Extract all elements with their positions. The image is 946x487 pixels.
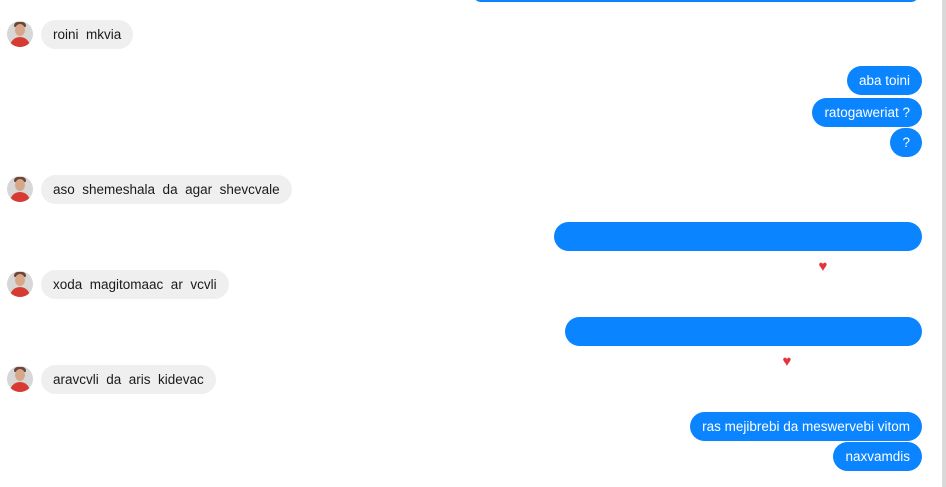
outgoing-message[interactable]: naxvamdis: [833, 442, 922, 471]
outgoing-message[interactable]: ratogaweriat ?: [812, 98, 922, 127]
outgoing-message[interactable]: xoda egre magisdedacmovtyan ♥ arshecvalot …: [564, 317, 922, 369]
avatar[interactable]: [7, 21, 33, 47]
message-text: iyos gixxdebat ukve naxevarisaqartvelo: [580, 258, 816, 273]
message-text: xoda egre magisdedacmovtyan: [591, 353, 780, 368]
outgoing-message[interactable]: iyos gixxdebat ukve naxevarisaqartvelo ♥ …: [553, 222, 922, 274]
incoming-message[interactable]: roini mkvia: [41, 20, 134, 49]
outgoing-message[interactable]: aba toini: [846, 66, 922, 95]
scrollbar[interactable]: [942, 0, 946, 487]
previous-message-bubble[interactable]: [473, 0, 919, 2]
message-text: toinit gicnobt: [830, 258, 910, 273]
avatar[interactable]: [7, 176, 33, 202]
avatar[interactable]: [7, 271, 33, 297]
heart-icon: ♥: [782, 353, 792, 370]
incoming-message[interactable]: aravcvli da aris kidevac: [41, 365, 216, 394]
outgoing-message[interactable]: ?: [890, 128, 922, 157]
message-text: arshecvalot da iyos: [794, 353, 910, 368]
avatar[interactable]: [7, 366, 33, 392]
chat-thread: roini mkvia aba toini ratogaweriat ? ? a…: [0, 0, 946, 487]
incoming-message[interactable]: aso shemeshala da agar shevcvale: [41, 175, 292, 204]
heart-icon: ♥: [818, 258, 828, 275]
incoming-message[interactable]: xoda magitomaac ar vcvli: [41, 270, 229, 299]
outgoing-message[interactable]: ras mejibrebi da meswervebi vitom: [690, 412, 922, 441]
